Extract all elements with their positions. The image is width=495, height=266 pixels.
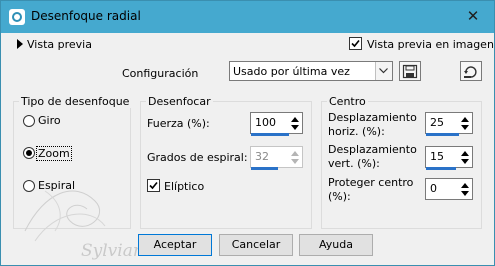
radio-zoom[interactable] xyxy=(23,147,35,159)
strength-value: 100 xyxy=(255,116,276,129)
blur-group-title: Desenfocar xyxy=(146,95,213,108)
image-preview-checkbox[interactable] xyxy=(349,37,362,50)
spin-up-icon xyxy=(291,151,299,156)
spiral-spinner: 32 xyxy=(250,146,303,170)
spin-down-icon xyxy=(461,191,469,196)
elliptic-checkbox[interactable] xyxy=(147,179,160,192)
preview-toggle-label[interactable]: Vista previa xyxy=(27,38,92,51)
strength-level-bar xyxy=(251,133,289,136)
spin-up-icon xyxy=(461,117,469,122)
app-icon xyxy=(9,9,25,25)
spiral-level-bar xyxy=(251,167,278,170)
strength-spinner[interactable]: 100 xyxy=(250,112,303,136)
vert-offset-label-1: Desplazamiento xyxy=(328,143,417,156)
horiz-offset-spinner[interactable]: 25 xyxy=(425,112,473,136)
image-preview-label[interactable]: Vista previa en imagen xyxy=(367,38,494,51)
spin-down-icon xyxy=(461,125,469,130)
protect-center-label-1: Proteger centro xyxy=(328,176,414,189)
config-select[interactable]: Usado por última vez xyxy=(229,61,393,81)
close-icon[interactable]: ✕ xyxy=(462,6,484,26)
check-icon xyxy=(149,181,158,190)
protect-center-spinner[interactable]: 0 xyxy=(425,178,473,200)
watermark-swirl xyxy=(15,171,135,251)
blur-type-title: Tipo de desenfoque xyxy=(19,95,132,108)
vert-offset-label-2: vert. (%): xyxy=(328,157,380,170)
horiz-offset-label-1: Desplazamiento xyxy=(328,111,417,124)
config-value: Usado por última vez xyxy=(233,65,350,78)
protect-center-label-2: (%): xyxy=(328,190,351,203)
spin-down-icon xyxy=(291,159,299,164)
center-group-title: Centro xyxy=(327,95,368,108)
config-label: Configuración xyxy=(122,67,199,80)
check-icon xyxy=(351,39,360,48)
dialog-window: Desenfoque radial ✕ Vista previa Vista p… xyxy=(0,0,495,266)
radio-giro-label[interactable]: Giro xyxy=(38,114,61,127)
title-bar[interactable]: Desenfoque radial ✕ xyxy=(1,1,494,33)
protect-center-value: 0 xyxy=(430,182,437,195)
elliptic-label[interactable]: Elíptico xyxy=(164,180,204,193)
help-button[interactable]: Ayuda xyxy=(299,234,373,256)
spiral-label: Grados de espiral: xyxy=(147,151,248,164)
expand-triangle-icon[interactable] xyxy=(17,39,23,49)
spiral-value: 32 xyxy=(255,150,269,163)
radio-zoom-label[interactable]: Zoom xyxy=(36,146,72,161)
vert-offset-value: 15 xyxy=(430,150,444,163)
strength-label: Fuerza (%): xyxy=(147,117,210,130)
vert-offset-spinner[interactable]: 15 xyxy=(425,146,473,170)
cancel-button[interactable]: Cancelar xyxy=(219,234,293,256)
spin-down-icon xyxy=(291,125,299,130)
spin-up-icon xyxy=(291,117,299,122)
reset-icon xyxy=(464,66,477,78)
spin-up-icon xyxy=(461,183,469,188)
window-title: Desenfoque radial xyxy=(31,9,141,23)
horiz-offset-label-2: horiz. (%): xyxy=(328,125,385,138)
dropdown-arrow-icon[interactable] xyxy=(375,62,392,80)
save-disk-icon xyxy=(402,64,418,79)
spin-up-icon xyxy=(461,151,469,156)
radio-giro[interactable] xyxy=(23,115,35,127)
reset-defaults-button[interactable] xyxy=(460,61,482,81)
save-preset-button[interactable] xyxy=(399,61,421,81)
vert-level-bar xyxy=(426,167,456,170)
radio-selected-dot xyxy=(26,150,32,156)
accept-button[interactable]: Aceptar xyxy=(138,234,212,256)
horiz-level-bar xyxy=(426,133,459,136)
horiz-offset-value: 25 xyxy=(430,116,444,129)
spin-down-icon xyxy=(461,159,469,164)
